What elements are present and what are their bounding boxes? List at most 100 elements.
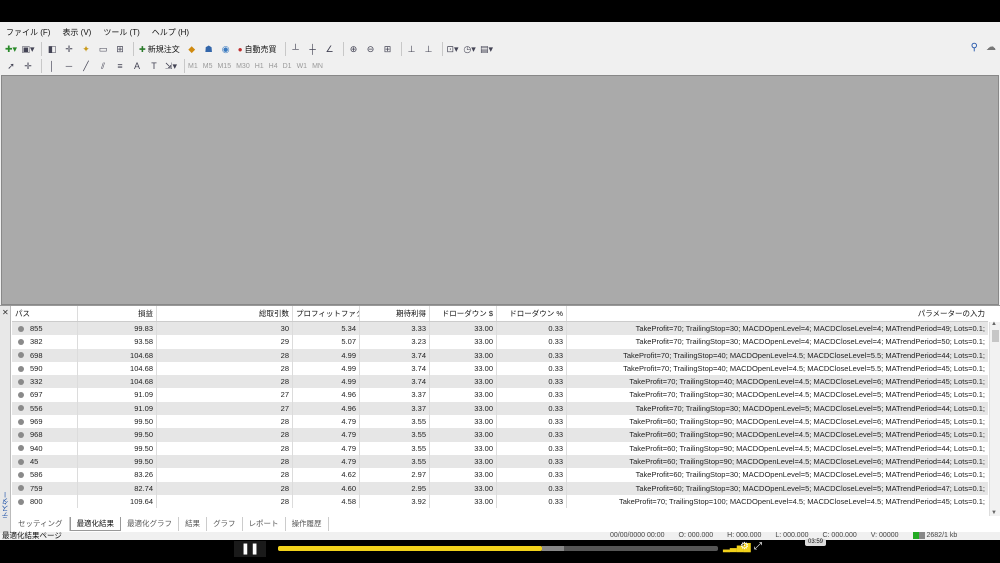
seek-bar[interactable]: 03:59 <box>278 539 827 551</box>
timeframe-h1[interactable]: H1 <box>255 63 264 70</box>
table-row[interactable]: 969 99.50 28 4.79 3.55 33.00 0.33 TakeProfit=60… <box>12 415 988 429</box>
timeframe-d1[interactable]: D1 <box>283 63 292 70</box>
horizontal-line-icon[interactable]: ─ <box>62 59 76 73</box>
close-icon[interactable]: ✕ <box>2 308 9 317</box>
channel-icon[interactable]: ⫽ <box>96 59 110 73</box>
status-datetime: 00/00/0000 00:00 <box>610 532 665 539</box>
pass-status-icon <box>18 405 24 412</box>
globe-icon[interactable]: ◉ <box>219 42 233 56</box>
cell-ep: 3.55 <box>360 415 430 429</box>
tab-settings[interactable]: セッティング <box>12 517 70 531</box>
timeframe-mn[interactable]: MN <box>312 63 323 70</box>
terminal-icon[interactable]: ▭ <box>96 42 110 56</box>
table-row[interactable]: 556 91.09 27 4.96 3.37 33.00 0.33 TakeProfit=70… <box>12 401 988 416</box>
column-drawdown-pct[interactable]: ドローダウン % <box>497 306 567 321</box>
tab-journal[interactable]: 操作履歴 <box>286 517 329 531</box>
strategy-tester-icon[interactable]: ⊞ <box>113 42 127 56</box>
column-expected-payoff[interactable]: 期待利得 <box>360 306 430 321</box>
user-icon[interactable]: ☗ <box>202 42 216 56</box>
time-tooltip: 03:59 <box>805 539 827 546</box>
status-close: C: 000.000 <box>822 532 857 539</box>
table-row[interactable]: 590 104.68 28 4.99 3.74 33.00 0.33 TakeProfit=7… <box>12 361 988 376</box>
metaeditor-icon[interactable]: ◆ <box>185 42 199 56</box>
indicators-icon[interactable]: ⊡▾ <box>446 42 460 56</box>
text-icon[interactable]: A <box>130 59 144 73</box>
table-row[interactable]: 586 83.26 28 4.62 2.97 33.00 0.33 TakeProfit=60… <box>12 468 988 482</box>
timeframe-w1[interactable]: W1 <box>297 63 308 70</box>
auto-trade-button[interactable]: ● 自動売買 <box>236 42 279 56</box>
arrows-icon[interactable]: ⇲▾ <box>164 59 178 73</box>
text-label-icon[interactable]: T <box>147 59 161 73</box>
scroll-thumb[interactable] <box>992 330 999 342</box>
tab-results[interactable]: 結果 <box>179 517 208 531</box>
chat-icon[interactable]: ☁ <box>986 42 996 53</box>
profiles-icon[interactable]: ▣▾ <box>21 42 35 56</box>
cursor-icon[interactable]: ➚ <box>4 59 18 73</box>
zoom-in-icon[interactable]: ⊕ <box>347 42 361 56</box>
fibonacci-icon[interactable]: ≡ <box>113 59 127 73</box>
column-drawdown-usd[interactable]: ドローダウン $ <box>430 306 497 321</box>
chart-workspace[interactable] <box>1 75 999 305</box>
navigator-icon[interactable]: ✦ <box>79 42 93 56</box>
chart-shift-icon[interactable]: ⊥ <box>405 42 419 56</box>
tab-report[interactable]: レポート <box>243 517 286 531</box>
table-row[interactable]: 968 99.50 28 4.79 3.55 33.00 0.33 TakeProfit=60… <box>12 428 988 442</box>
gear-icon[interactable]: ⚙ <box>740 541 749 552</box>
pass-status-icon <box>18 485 24 492</box>
table-row[interactable]: 45 99.50 28 4.79 3.55 33.00 0.33 TakeProfit=60;… <box>12 454 988 469</box>
zoom-out-icon[interactable]: ⊖ <box>364 42 378 56</box>
table-row[interactable]: 698 104.68 28 4.99 3.74 33.00 0.33 TakeProfit=7… <box>12 348 988 362</box>
scroll-up-icon[interactable]: ▲ <box>991 321 997 327</box>
tab-graph[interactable]: グラフ <box>207 517 243 531</box>
fullscreen-icon[interactable]: ⤢ <box>754 541 762 552</box>
autoscroll-icon[interactable]: ⊥ <box>422 42 436 56</box>
tab-optimization-graph[interactable]: 最適化グラフ <box>121 517 180 531</box>
column-profit[interactable]: 損益 <box>78 306 157 321</box>
column-profit-factor[interactable]: プロフィットファク... <box>293 306 360 321</box>
tile-windows-icon[interactable]: ⊞ <box>381 42 395 56</box>
timeframe-m5[interactable]: M5 <box>203 63 213 70</box>
data-window-icon[interactable]: ✛ <box>62 42 76 56</box>
table-row[interactable]: 800 109.64 28 4.58 3.92 33.00 0.33 TakeProfit=7… <box>12 494 988 509</box>
menu-help[interactable]: ヘルプ (H) <box>146 26 195 40</box>
table-row[interactable]: 697 91.09 27 4.96 3.37 33.00 0.33 TakeProfit=70… <box>12 388 988 402</box>
timeframe-m15[interactable]: M15 <box>217 63 231 70</box>
table-row[interactable]: 332 104.68 28 4.99 3.74 33.00 0.33 TakeProfit=7… <box>12 375 988 389</box>
vertical-line-icon[interactable]: │ <box>45 59 59 73</box>
column-pass[interactable]: パス <box>12 306 78 321</box>
menu-file[interactable]: ファイル (F) <box>0 26 56 40</box>
cell-ep: 3.74 <box>360 348 430 362</box>
cell-pf: 4.99 <box>293 375 360 389</box>
table-row[interactable]: 855 99.83 30 5.34 3.33 33.00 0.33 TakeProfit=70… <box>12 322 988 336</box>
cell-pf: 4.96 <box>293 401 360 416</box>
new-order-button[interactable]: ✚ 新規注文 <box>137 42 182 56</box>
table-row[interactable]: 759 82.74 28 4.60 2.95 33.00 0.33 TakeProfit=60… <box>12 481 988 495</box>
column-inputs[interactable]: パラメーターの入力 <box>567 306 988 321</box>
table-row[interactable]: 940 99.50 28 4.79 3.55 33.00 0.33 TakeProfit=60… <box>12 441 988 455</box>
timeframe-h4[interactable]: H4 <box>269 63 278 70</box>
table-scrollbar[interactable]: ▲ ▼ <box>989 321 1000 516</box>
candlestick-icon[interactable]: ┼ <box>306 42 320 56</box>
cell-dd: 33.00 <box>430 441 497 455</box>
menu-tools[interactable]: ツール (T) <box>97 26 145 40</box>
timeframe-m30[interactable]: M30 <box>236 63 250 70</box>
table-row[interactable]: 382 93.58 29 5.07 3.23 33.00 0.33 TakeProfit=70… <box>12 335 988 349</box>
new-chart-icon[interactable]: ✚▾ <box>4 42 18 56</box>
trendline-icon[interactable]: ╱ <box>79 59 93 73</box>
search-icon[interactable]: ⚲ <box>971 42 978 53</box>
crosshair-icon[interactable]: ✛ <box>21 59 35 73</box>
line-chart-icon[interactable]: ∠ <box>323 42 337 56</box>
pause-button[interactable]: ❚❚ <box>234 541 266 557</box>
market-watch-icon[interactable]: ◧ <box>45 42 59 56</box>
strategy-tester-panel: ✕ テスター パス 損益 総取引数 プロフィットファク... 期待利得 ドローダ… <box>0 305 1000 533</box>
column-total-trades[interactable]: 総取引数 <box>157 306 293 321</box>
tab-optimization-results[interactable]: 最適化結果 <box>69 517 122 531</box>
cell-pass: 697 <box>12 388 78 402</box>
timeframe-m1[interactable]: M1 <box>188 63 198 70</box>
menu-view[interactable]: 表示 (V) <box>56 26 97 40</box>
scroll-down-icon[interactable]: ▼ <box>991 510 997 516</box>
bar-chart-icon[interactable]: ┴ <box>289 42 303 56</box>
templates-icon[interactable]: ▤▾ <box>480 42 494 56</box>
periods-icon[interactable]: ◷▾ <box>463 42 477 56</box>
cell-dd: 33.00 <box>430 375 497 389</box>
